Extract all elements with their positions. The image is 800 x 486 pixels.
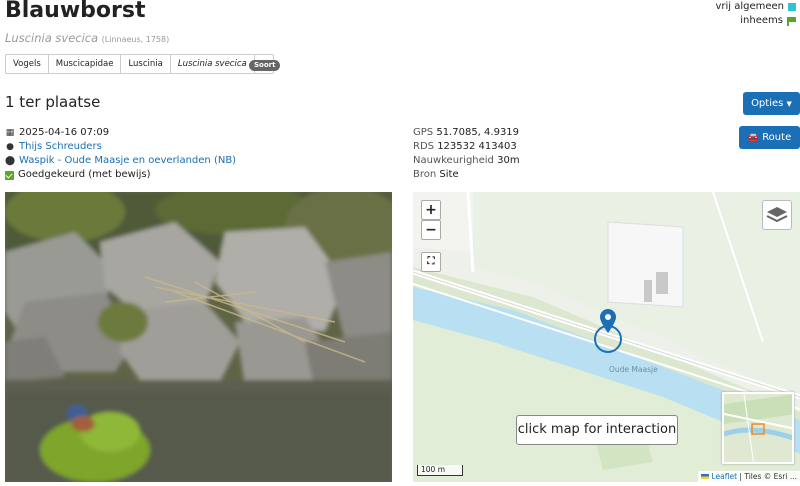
accuracy-label: Nauwkeurigheid (413, 155, 494, 166)
location-map[interactable]: Oude Maasje + − ⛶ click map for interact… (413, 192, 800, 482)
zoom-in-button[interactable]: + (421, 200, 441, 220)
tiles-attribution: | Tiles © Esri ... (737, 472, 797, 481)
leaflet-link[interactable]: Leaflet (712, 472, 738, 481)
species-subtitle: Luscinia svecica (Linnaeus, 1758) (5, 31, 169, 45)
ukraine-flag-icon (701, 474, 710, 479)
location-row: ⬤ Waspik - Oude Maasje en oeverlanden (N… (5, 154, 236, 168)
taxonomy-breadcrumb: Vogels Muscicapidae Luscinia Luscinia sv… (5, 54, 274, 74)
calendar-icon: ▦ (5, 128, 15, 138)
taxonomy-item-genus[interactable]: Luscinia (121, 55, 171, 73)
caret-down-icon: ▼ (786, 100, 792, 108)
gps-value: 51.7085, 4.9319 (436, 127, 520, 138)
options-button[interactable]: Opties ▼ (743, 92, 800, 115)
status-block: vrij algemeen inheems (715, 0, 796, 28)
authority: (Linnaeus, 1758) (101, 35, 170, 44)
observation-marker[interactable] (591, 307, 625, 353)
datetime-value: 2025-04-16 07:09 (19, 127, 110, 138)
river-label: Oude Maasje (609, 365, 658, 374)
observation-photo[interactable] (5, 192, 392, 482)
taxonomy-item-class[interactable]: Vogels (6, 55, 49, 73)
rank-badge: Soort (249, 60, 281, 71)
origin-row: inheems (715, 14, 796, 28)
layers-button[interactable] (762, 200, 792, 230)
observer-row: ● Thijs Schreuders (5, 140, 236, 154)
layers-icon (766, 207, 788, 223)
accuracy-row: Nauwkeurigheid 30m (413, 154, 520, 168)
map-interaction-hint[interactable]: click map for interaction (516, 415, 678, 445)
observation-meta: ▦ 2025-04-16 07:09 ● Thijs Schreuders ⬤ … (5, 126, 236, 182)
rds-row: RDS 123532 413403 (413, 140, 520, 154)
minimap[interactable] (722, 392, 794, 464)
rds-value: 123532 413403 (437, 141, 517, 152)
validation-status: Goedgekeurd (met bewijs) (18, 169, 151, 180)
origin-label: inheems (740, 15, 783, 26)
zoom-out-button[interactable]: − (421, 220, 441, 240)
datetime-row: ▦ 2025-04-16 07:09 (5, 126, 236, 140)
route-button[interactable]: 🚘 Route (739, 126, 800, 149)
source-label: Bron (413, 169, 437, 180)
fullscreen-icon[interactable]: ⛶ (421, 252, 441, 272)
map-attribution: Leaflet | Tiles © Esri ... (698, 471, 800, 482)
page-title: Blauwborst (5, 0, 146, 23)
rds-label: RDS (413, 141, 434, 152)
check-icon (5, 170, 14, 180)
minimap-tiles (724, 394, 792, 462)
location-link[interactable]: Waspik - Oude Maasje en oeverlanden (NB) (19, 154, 236, 168)
taxonomy-item-species[interactable]: Luscinia svecica (171, 55, 255, 73)
validation-row: Goedgekeurd (met bewijs) (5, 168, 236, 182)
flag-icon (787, 16, 796, 26)
user-icon: ● (6, 142, 14, 152)
accuracy-value: 30m (497, 155, 520, 166)
scale-bar: 100 m (417, 465, 463, 476)
source-row: Bron Site (413, 168, 520, 182)
abundance-label: vrij algemeen (715, 1, 784, 12)
observation-count: 1 ter plaatse (5, 93, 101, 111)
taxonomy-item-family[interactable]: Muscicapidae (49, 55, 122, 73)
source-value: Site (439, 169, 459, 180)
abundance-square-icon (788, 3, 796, 11)
scientific-name: Luscinia svecica (5, 31, 99, 45)
abundance-row: vrij algemeen (715, 0, 796, 14)
photo-image (5, 192, 392, 482)
observer-link[interactable]: Thijs Schreuders (19, 140, 102, 154)
geo-info: GPS 51.7085, 4.9319 RDS 123532 413403 Na… (413, 126, 520, 182)
gps-row: GPS 51.7085, 4.9319 (413, 126, 520, 140)
route-button-label: Route (762, 132, 792, 143)
gps-label: GPS (413, 127, 434, 138)
car-icon: 🚘 (747, 133, 759, 143)
map-marker-icon: ⬤ (5, 156, 16, 166)
options-button-label: Opties (751, 98, 784, 109)
